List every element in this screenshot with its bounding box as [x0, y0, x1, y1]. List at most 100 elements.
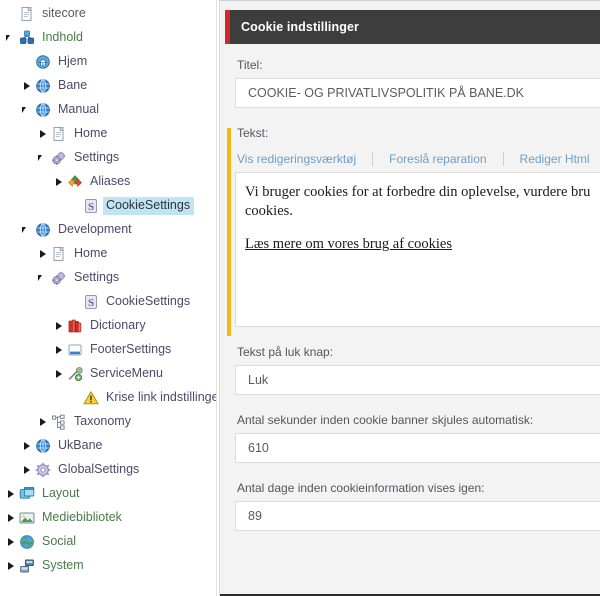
- expand-arrow-icon[interactable]: [36, 242, 50, 266]
- tree-item-label: Development: [58, 222, 132, 237]
- expand-arrow-icon[interactable]: [52, 170, 66, 194]
- field-tekst: Tekst: Vis redigeringsværktøj Foreslå re…: [225, 126, 600, 336]
- field-antal-sekunder-label: Antal sekunder inden cookie banner skjul…: [237, 413, 534, 427]
- media-image-icon: [18, 509, 36, 527]
- field-titel-label: Titel:: [237, 58, 263, 72]
- tree-item-home[interactable]: Home: [0, 242, 216, 266]
- social-globe-icon: [18, 533, 36, 551]
- tree-item-settings[interactable]: Settings: [0, 266, 216, 290]
- item-editor-panel: Cookie indstillinger Titel: COOKIE- OG P…: [220, 0, 600, 596]
- tree-item-indhold[interactable]: Indhold: [0, 26, 216, 50]
- field-tekst-gutter: [227, 128, 231, 336]
- globe-icon: [34, 221, 52, 239]
- field-luk-knap-label: Tekst på luk knap:: [237, 345, 334, 359]
- tree-item-bane[interactable]: Bane: [0, 74, 216, 98]
- service-menu-icon: [66, 365, 84, 383]
- tree-item-label: System: [42, 558, 84, 573]
- collapse-arrow-icon[interactable]: [20, 218, 34, 242]
- gears-icon: [50, 149, 68, 167]
- tree-item-manual[interactable]: Manual: [0, 98, 216, 122]
- tree-item-footersettings[interactable]: FooterSettings: [0, 338, 216, 362]
- toolbar-separator: [502, 152, 504, 166]
- tree-item-ukbane[interactable]: UkBane: [0, 434, 216, 458]
- collapse-arrow-icon[interactable]: [20, 98, 34, 122]
- tree-item-label: Settings: [74, 150, 120, 165]
- field-antal-sekunder: Antal sekunder inden cookie banner skjul…: [225, 413, 600, 463]
- expand-arrow-icon[interactable]: [36, 410, 50, 434]
- expand-arrow-icon[interactable]: [20, 74, 34, 98]
- tree-item-label: Home: [74, 126, 108, 141]
- tree-item-cookiesettings[interactable]: S CookieSettings: [0, 290, 216, 314]
- expand-arrow-icon[interactable]: [4, 482, 18, 506]
- tree-item-label: CookieSettings: [106, 294, 191, 309]
- field-antal-sekunder-input[interactable]: 610: [235, 433, 600, 463]
- tree-item-cookiesettings[interactable]: S CookieSettings: [0, 194, 216, 218]
- tree-item-layout[interactable]: Layout: [0, 482, 216, 506]
- tree-item-label: ServiceMenu: [90, 366, 163, 381]
- tree-item-globalsettings[interactable]: GlobalSettings: [0, 458, 216, 482]
- expand-arrow-icon[interactable]: [4, 530, 18, 554]
- footer-window-icon: [66, 341, 84, 359]
- section-accent-bar: [225, 10, 230, 44]
- gears-icon: [50, 269, 68, 287]
- expand-arrow-icon[interactable]: [4, 506, 18, 530]
- tree-item-krise-link-indstillinger[interactable]: Krise link indstillinger: [0, 386, 216, 410]
- expand-arrow-icon[interactable]: [52, 362, 66, 386]
- content-editor-window: sitecore Indhold Hjem Bane Manual Home Setting…: [0, 0, 600, 596]
- document-icon: [18, 5, 36, 23]
- field-tekst-label: Tekst:: [237, 126, 269, 140]
- field-antal-dage-input[interactable]: 89: [235, 501, 600, 531]
- cookie-s-icon: S: [82, 197, 100, 215]
- collapse-arrow-icon[interactable]: [4, 26, 18, 50]
- field-luk-knap-input[interactable]: Luk: [235, 365, 600, 395]
- expand-arrow-icon[interactable]: [52, 314, 66, 338]
- tree-item-label: Layout: [42, 486, 80, 501]
- tree-item-label: Dictionary: [90, 318, 146, 333]
- tree-item-label: sitecore: [42, 6, 86, 21]
- tree-item-label: CookieSettings: [103, 197, 195, 215]
- tree-item-sitecore[interactable]: sitecore: [0, 2, 216, 26]
- show-editor-link[interactable]: Vis redigeringsværktøj: [235, 152, 358, 166]
- tree-item-label: Home: [74, 246, 108, 261]
- tree-item-home[interactable]: Home: [0, 122, 216, 146]
- tree-item-label: Settings: [74, 270, 120, 285]
- expand-arrow-icon[interactable]: [4, 554, 18, 578]
- document-icon: [50, 125, 68, 143]
- document-icon: [50, 245, 68, 263]
- cookie-info-link[interactable]: Læs mere om vores brug af cookies: [245, 236, 452, 252]
- tree-item-aliases[interactable]: Aliases: [0, 170, 216, 194]
- tree-item-hjem[interactable]: Hjem: [0, 50, 216, 74]
- rich-text-toolbar: Vis redigeringsværktøj Foreslå reparatio…: [225, 146, 600, 172]
- field-antal-dage-label: Antal dage inden cookieinformation vises…: [237, 481, 485, 495]
- collapse-arrow-icon[interactable]: [36, 146, 50, 170]
- form-body: Titel: COOKIE- OG PRIVATLIVSPOLITIK PÅ B…: [220, 44, 600, 594]
- expand-arrow-icon[interactable]: [52, 338, 66, 362]
- expand-arrow-icon[interactable]: [36, 122, 50, 146]
- svg-text:S: S: [88, 297, 94, 309]
- tree-item-social[interactable]: Social: [0, 530, 216, 554]
- suggest-fix-link[interactable]: Foreslå reparation: [387, 152, 488, 166]
- edit-html-link[interactable]: Rediger Html: [518, 152, 592, 166]
- tree-item-label: FooterSettings: [90, 342, 172, 357]
- collapse-arrow-icon[interactable]: [36, 266, 50, 290]
- globe-icon: [34, 437, 52, 455]
- rte-paragraph-1-line2: cookies.: [245, 202, 293, 219]
- warning-icon: [82, 389, 100, 407]
- expand-arrow-icon[interactable]: [20, 434, 34, 458]
- content-tree[interactable]: sitecore Indhold Hjem Bane Manual Home Setting…: [0, 0, 216, 596]
- tree-item-system[interactable]: System: [0, 554, 216, 578]
- tree-item-label: Manual: [58, 102, 99, 117]
- expand-arrow-icon[interactable]: [20, 458, 34, 482]
- tree-item-servicemenu[interactable]: ServiceMenu: [0, 362, 216, 386]
- tree-item-mediebibliotek[interactable]: Mediebibliotek: [0, 506, 216, 530]
- tree-item-settings[interactable]: Settings: [0, 146, 216, 170]
- tree-item-dictionary[interactable]: Dictionary: [0, 314, 216, 338]
- rte-paragraph-1: Vi bruger cookies for at forbedre din op…: [245, 183, 600, 220]
- books-icon: [66, 317, 84, 335]
- tree-item-taxonomy[interactable]: Taxonomy: [0, 410, 216, 434]
- rich-text-content[interactable]: Vi bruger cookies for at forbedre din op…: [235, 172, 600, 327]
- tree-item-development[interactable]: Development: [0, 218, 216, 242]
- field-titel-input[interactable]: COOKIE- OG PRIVATLIVSPOLITIK PÅ BANE.DK: [235, 78, 600, 108]
